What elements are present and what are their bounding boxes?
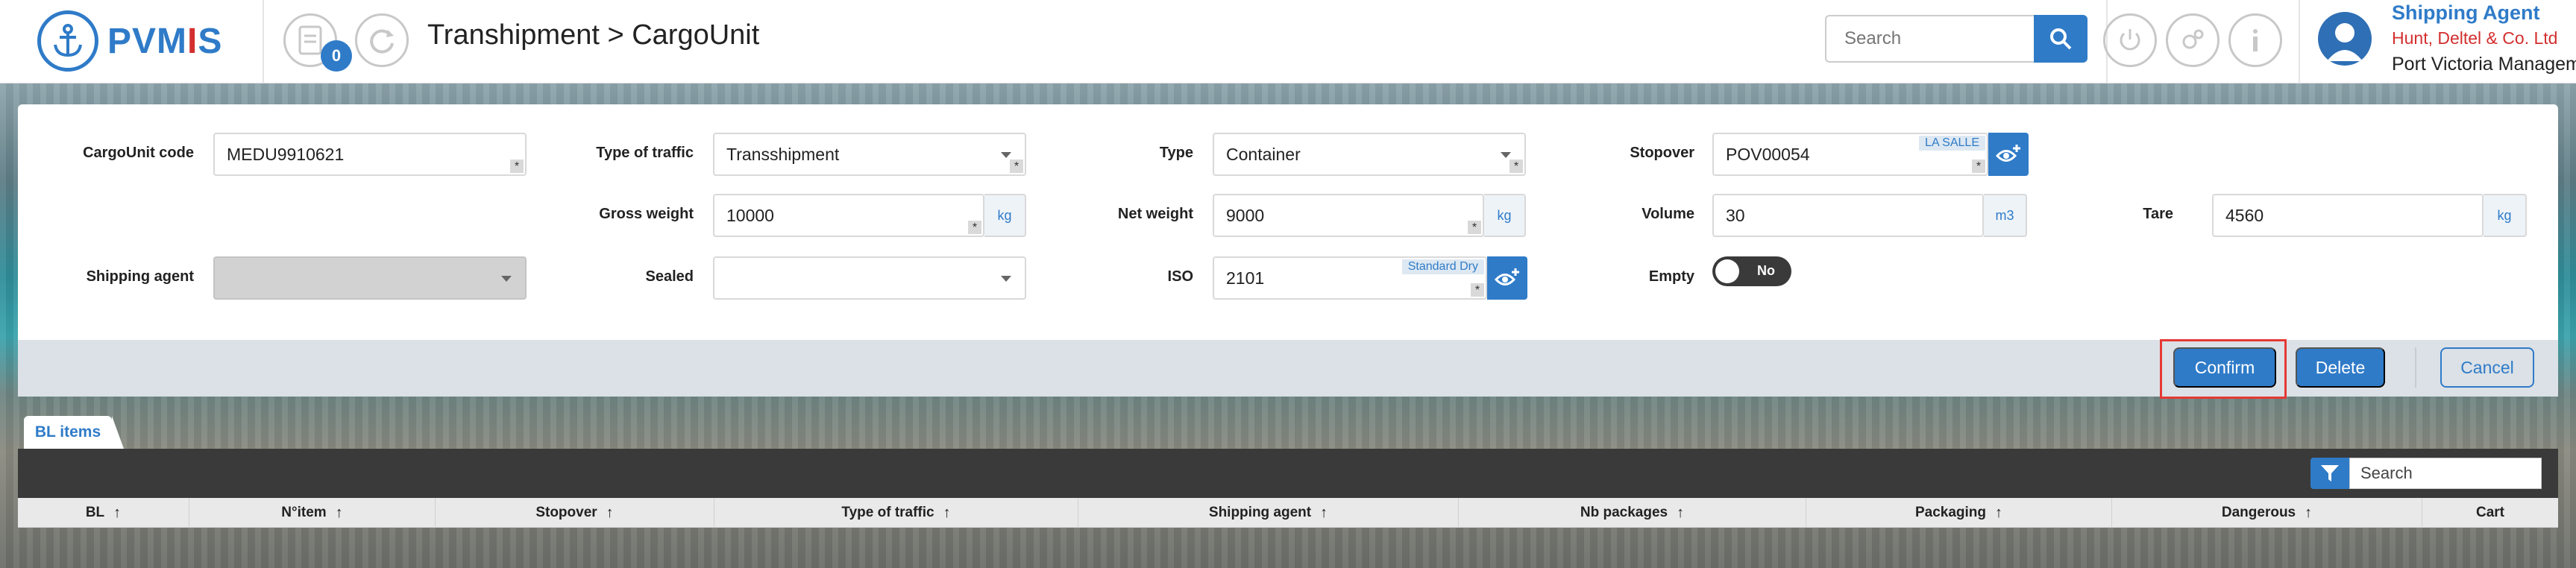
empty-label: Empty: [1648, 268, 1694, 285]
iso-view-button[interactable]: [1487, 256, 1527, 300]
type-of-traffic-label: Type of traffic: [596, 145, 694, 161]
search-icon: [2050, 28, 2072, 50]
shipping-agent-label: Shipping agent: [86, 268, 194, 285]
column-header-cart[interactable]: Cart: [2422, 498, 2558, 528]
chevron-down-icon: [501, 276, 512, 282]
type-label: Type: [1159, 145, 1193, 161]
sort-arrow-icon: ↑: [1677, 504, 1685, 521]
sort-arrow-icon: ↑: [1995, 504, 2003, 521]
cancel-button[interactable]: Cancel: [2440, 347, 2534, 388]
user-avatar[interactable]: [2318, 12, 2372, 66]
column-header-shipping-agent[interactable]: Shipping agent ↑: [1078, 498, 1459, 528]
column-header-stopover[interactable]: Stopover ↑: [436, 498, 714, 528]
bl-items-toolbar: [18, 449, 2558, 498]
gross-weight-label: Gross weight: [599, 206, 694, 222]
anchor-icon: [37, 10, 98, 72]
column-header-dangerous[interactable]: Dangerous ↑: [2112, 498, 2422, 528]
sort-arrow-icon: ↑: [606, 504, 614, 521]
header-divider: [263, 0, 264, 83]
net-weight-label: Net weight: [1117, 206, 1193, 222]
iso-tag: Standard Dry: [1401, 259, 1484, 274]
gross-weight-unit: kg: [984, 194, 1026, 237]
sort-arrow-icon: ↑: [2305, 504, 2313, 521]
app-logo[interactable]: PVMIS: [37, 7, 261, 75]
tare-label: Tare: [2143, 206, 2173, 222]
filter-button[interactable]: [2310, 458, 2349, 489]
type-of-traffic-select[interactable]: Transshipment *: [713, 133, 1026, 176]
actions-divider: [2415, 347, 2416, 388]
gross-weight-input[interactable]: 10000 *: [713, 194, 984, 237]
user-company: Hunt, Deltel & Co. Ltd: [2392, 28, 2558, 48]
iso-label: ISO: [1167, 268, 1193, 285]
chevron-down-icon: [1501, 152, 1511, 158]
header-divider: [2299, 0, 2300, 83]
stopover-view-button[interactable]: [1988, 133, 2029, 176]
sealed-select[interactable]: [713, 256, 1026, 300]
volume-input[interactable]: 30: [1712, 194, 1984, 237]
tare-unit: kg: [2484, 194, 2527, 237]
delete-button[interactable]: Delete: [2296, 347, 2385, 388]
user-icon: [2327, 23, 2363, 61]
info-icon[interactable]: [2228, 13, 2282, 67]
sealed-label: Sealed: [645, 268, 694, 285]
app-header: PVMIS 0 Transhipment > CargoUnit Shippin…: [0, 0, 2576, 83]
tab-bl-items[interactable]: BL items: [24, 416, 124, 449]
notification-badge: 0: [321, 40, 352, 72]
tare-input[interactable]: 4560: [2212, 194, 2484, 237]
eye-add-icon: [1495, 268, 1519, 285]
volume-label: Volume: [1642, 206, 1694, 222]
user-role: Shipping Agent: [2392, 1, 2540, 24]
sort-arrow-icon: ↑: [943, 504, 951, 521]
net-weight-input[interactable]: 9000 *: [1213, 194, 1484, 237]
column-header-bl[interactable]: BL ↑: [18, 498, 189, 528]
column-header-item[interactable]: N°item ↑: [189, 498, 436, 528]
chevron-down-icon: [1001, 152, 1011, 158]
net-weight-unit: kg: [1484, 194, 1526, 237]
stopover-tag: LA SALLE: [1919, 136, 1985, 151]
sort-arrow-icon: ↑: [113, 504, 122, 521]
stopover-input[interactable]: POV00054 LA SALLE *: [1712, 133, 1988, 176]
bl-items-search-input[interactable]: Search: [2349, 458, 2542, 489]
column-header-type-of-traffic[interactable]: Type of traffic ↑: [714, 498, 1078, 528]
confirm-button[interactable]: Confirm: [2173, 347, 2276, 388]
chevron-down-icon: [1001, 276, 1011, 282]
page-title: Transhipment > CargoUnit: [427, 19, 760, 51]
empty-toggle[interactable]: No: [1712, 256, 1791, 286]
column-header-nb-packages[interactable]: Nb packages ↑: [1459, 498, 1806, 528]
header-search-input[interactable]: [1825, 15, 2034, 63]
logo-text: PVMIS: [107, 21, 223, 61]
cargo-code-label: CargoUnit code: [83, 145, 194, 161]
stopover-label: Stopover: [1630, 145, 1694, 161]
shipping-agent-select[interactable]: [213, 256, 527, 300]
volume-unit: m3: [1984, 194, 2027, 237]
type-select[interactable]: Container *: [1213, 133, 1526, 176]
eye-add-icon: [1996, 145, 2020, 162]
power-icon[interactable]: [2103, 13, 2157, 67]
cargo-code-input[interactable]: MEDU9910621 *: [213, 133, 527, 176]
search-button[interactable]: [2034, 15, 2087, 63]
iso-input[interactable]: 2101 Standard Dry *: [1213, 256, 1487, 300]
bl-items-table-header: BL ↑ N°item ↑ Stopover ↑ Type of traffic ↑ S…: [18, 498, 2558, 528]
sort-arrow-icon: ↑: [1320, 504, 1328, 521]
settings-icon[interactable]: [2166, 13, 2220, 67]
refresh-icon[interactable]: [355, 13, 409, 67]
sort-arrow-icon: ↑: [335, 504, 343, 521]
column-header-packaging[interactable]: Packaging ↑: [1806, 498, 2112, 528]
filter-icon: [2321, 465, 2339, 482]
user-organization: Port Victoria Managem: [2392, 54, 2576, 75]
